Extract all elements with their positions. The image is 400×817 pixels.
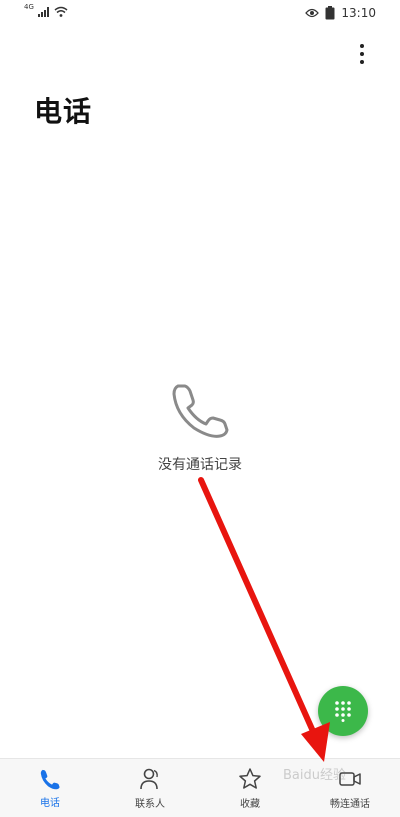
nav-label-meetime: 畅连通话: [330, 798, 370, 810]
more-options-button[interactable]: [348, 40, 376, 68]
dialpad-icon: [335, 701, 351, 722]
battery-icon: [325, 6, 335, 20]
star-icon: [239, 767, 261, 789]
phone-icon: [172, 384, 229, 438]
nav-item-phone[interactable]: 电话: [0, 759, 100, 817]
more-vertical-icon: [360, 44, 364, 64]
phone-icon: [40, 769, 60, 789]
nav-label-contacts: 联系人: [135, 798, 165, 810]
nav-item-contacts[interactable]: 联系人: [100, 759, 200, 817]
watermark: Baidu经验: [283, 768, 346, 783]
status-right: 13:10: [305, 6, 376, 20]
nav-label-favorites: 收藏: [240, 798, 260, 810]
status-bar: 4G 13:10: [0, 0, 400, 28]
dialpad-button[interactable]: [318, 686, 368, 736]
status-left: 4G: [24, 3, 68, 17]
person-icon: [140, 768, 158, 789]
eye-icon: [305, 8, 320, 18]
network-type-label: 4G: [24, 3, 34, 11]
clock: 13:10: [341, 6, 376, 20]
empty-state: 没有通话记录: [0, 378, 400, 474]
empty-message: 没有通话记录: [158, 457, 242, 473]
wifi-icon: [54, 6, 68, 17]
nav-label-phone: 电话: [40, 797, 60, 809]
signal-icon: [37, 6, 49, 17]
page-title: 电话: [34, 95, 93, 128]
